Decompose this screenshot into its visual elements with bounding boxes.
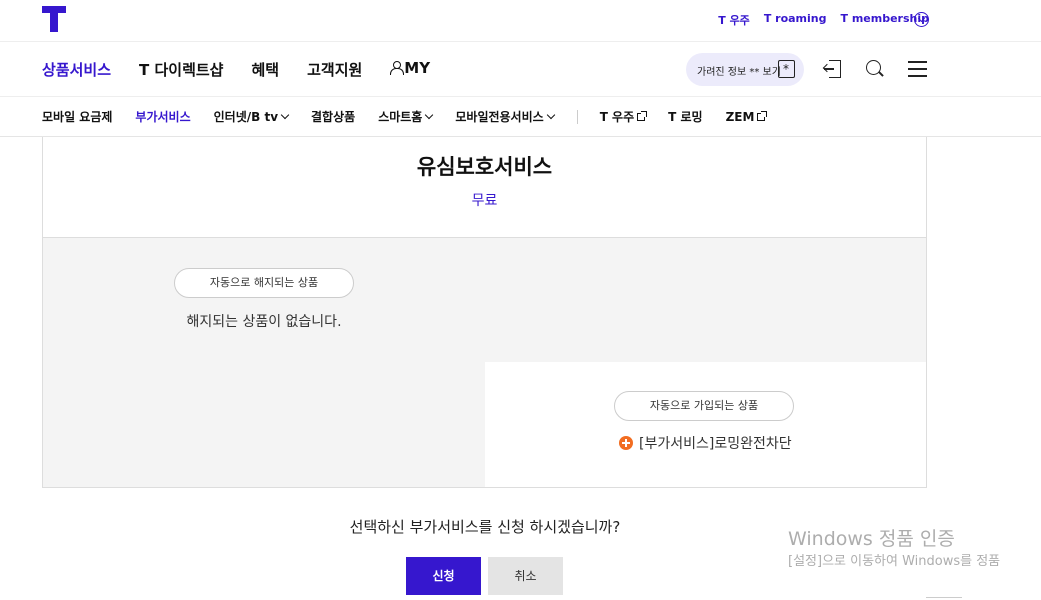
sub-nav: 모바일 요금제 부가서비스 인터넷/B tv 결합상품 스마트홈 모바일전용서비… [0, 97, 1041, 137]
gift-icon [778, 60, 795, 78]
t-logo[interactable] [42, 6, 66, 32]
chevron-down-icon [280, 110, 290, 120]
subnav-internet-btv[interactable]: 인터넷/B tv [214, 108, 290, 125]
chevron-down-icon [425, 110, 434, 120]
subnav-mobile-exclusive[interactable]: 모바일전용서비스 [455, 108, 555, 125]
divider [576, 109, 578, 124]
plus-icon [619, 436, 633, 450]
cancel-button[interactable]: 취소 [488, 557, 563, 595]
main-nav: 상품서비스 T 다이렉트샵 혜택 고객지원 MY 가려진 정보 ** 보기 [0, 42, 1041, 97]
product-header: 유심보호서비스 무료 [43, 137, 926, 238]
apply-button[interactable]: 신청 [406, 557, 481, 595]
masked-info-button[interactable]: 가려진 정보 ** 보기 [686, 53, 804, 86]
auto-joined-panel: 자동으로 가입되는 상품 [부가서비스]로밍완전차단 [485, 362, 926, 487]
product-title: 유심보호서비스 [416, 155, 553, 179]
masked-info-label: 가려진 정보 ** 보기 [697, 67, 781, 78]
nav-customer-support[interactable]: 고객지원 [307, 59, 362, 80]
subnav-ext-t-universe[interactable]: T 우주 [600, 108, 648, 125]
chevron-down-icon [546, 110, 555, 120]
user-icon [390, 61, 405, 75]
external-link-icon [757, 110, 768, 121]
joined-product-item: [부가서비스]로밍완전차단 [619, 433, 792, 453]
auto-terminated-label: 자동으로 해지되는 상품 [174, 268, 354, 298]
utility-links: T 우주 T roaming T membership [718, 12, 929, 28]
search-icon[interactable] [866, 60, 884, 78]
auto-joined-label: 자동으로 가입되는 상품 [614, 391, 794, 421]
product-price: 무료 [471, 193, 498, 209]
product-card: 유심보호서비스 무료 자동으로 해지되는 상품 해지되는 상품이 없습니다. 자… [42, 137, 927, 488]
subnav-bundles[interactable]: 결합상품 [311, 108, 355, 125]
no-terminated-message: 해지되는 상품이 없습니다. [186, 314, 342, 330]
windows-watermark-text: [설정]으로 이동하여 Windows를 정품 [788, 554, 1001, 569]
util-link-t-universe[interactable]: T 우주 [718, 12, 750, 28]
hamburger-menu-icon[interactable] [908, 61, 927, 77]
util-link-t-roaming[interactable]: T roaming [764, 12, 827, 28]
subnav-additional-services[interactable]: 부가서비스 [135, 108, 190, 125]
nav-products-services[interactable]: 상품서비스 [42, 59, 111, 80]
external-link-icon [637, 111, 648, 121]
windows-watermark-title: Windows 정품 인증 [788, 528, 955, 550]
utility-bar: T 우주 T roaming T membership [0, 0, 1041, 42]
subnav-ext-t-roaming[interactable]: T 로밍 [668, 108, 702, 125]
nav-t-direct-shop[interactable]: T 다이렉트샵 [139, 59, 223, 80]
subnav-mobile-plans[interactable]: 모바일 요금제 [42, 108, 112, 125]
login-icon[interactable] [824, 60, 841, 78]
nav-benefits[interactable]: 혜택 [251, 59, 279, 80]
nav-my[interactable]: MY [390, 59, 430, 80]
auto-change-area: 자동으로 해지되는 상품 해지되는 상품이 없습니다. 자동으로 가입되는 상품… [43, 238, 926, 487]
chevron-down-icon[interactable] [914, 12, 929, 27]
subnav-smart-home[interactable]: 스마트홈 [378, 108, 434, 125]
subnav-ext-zem[interactable]: ZEM [726, 110, 768, 124]
